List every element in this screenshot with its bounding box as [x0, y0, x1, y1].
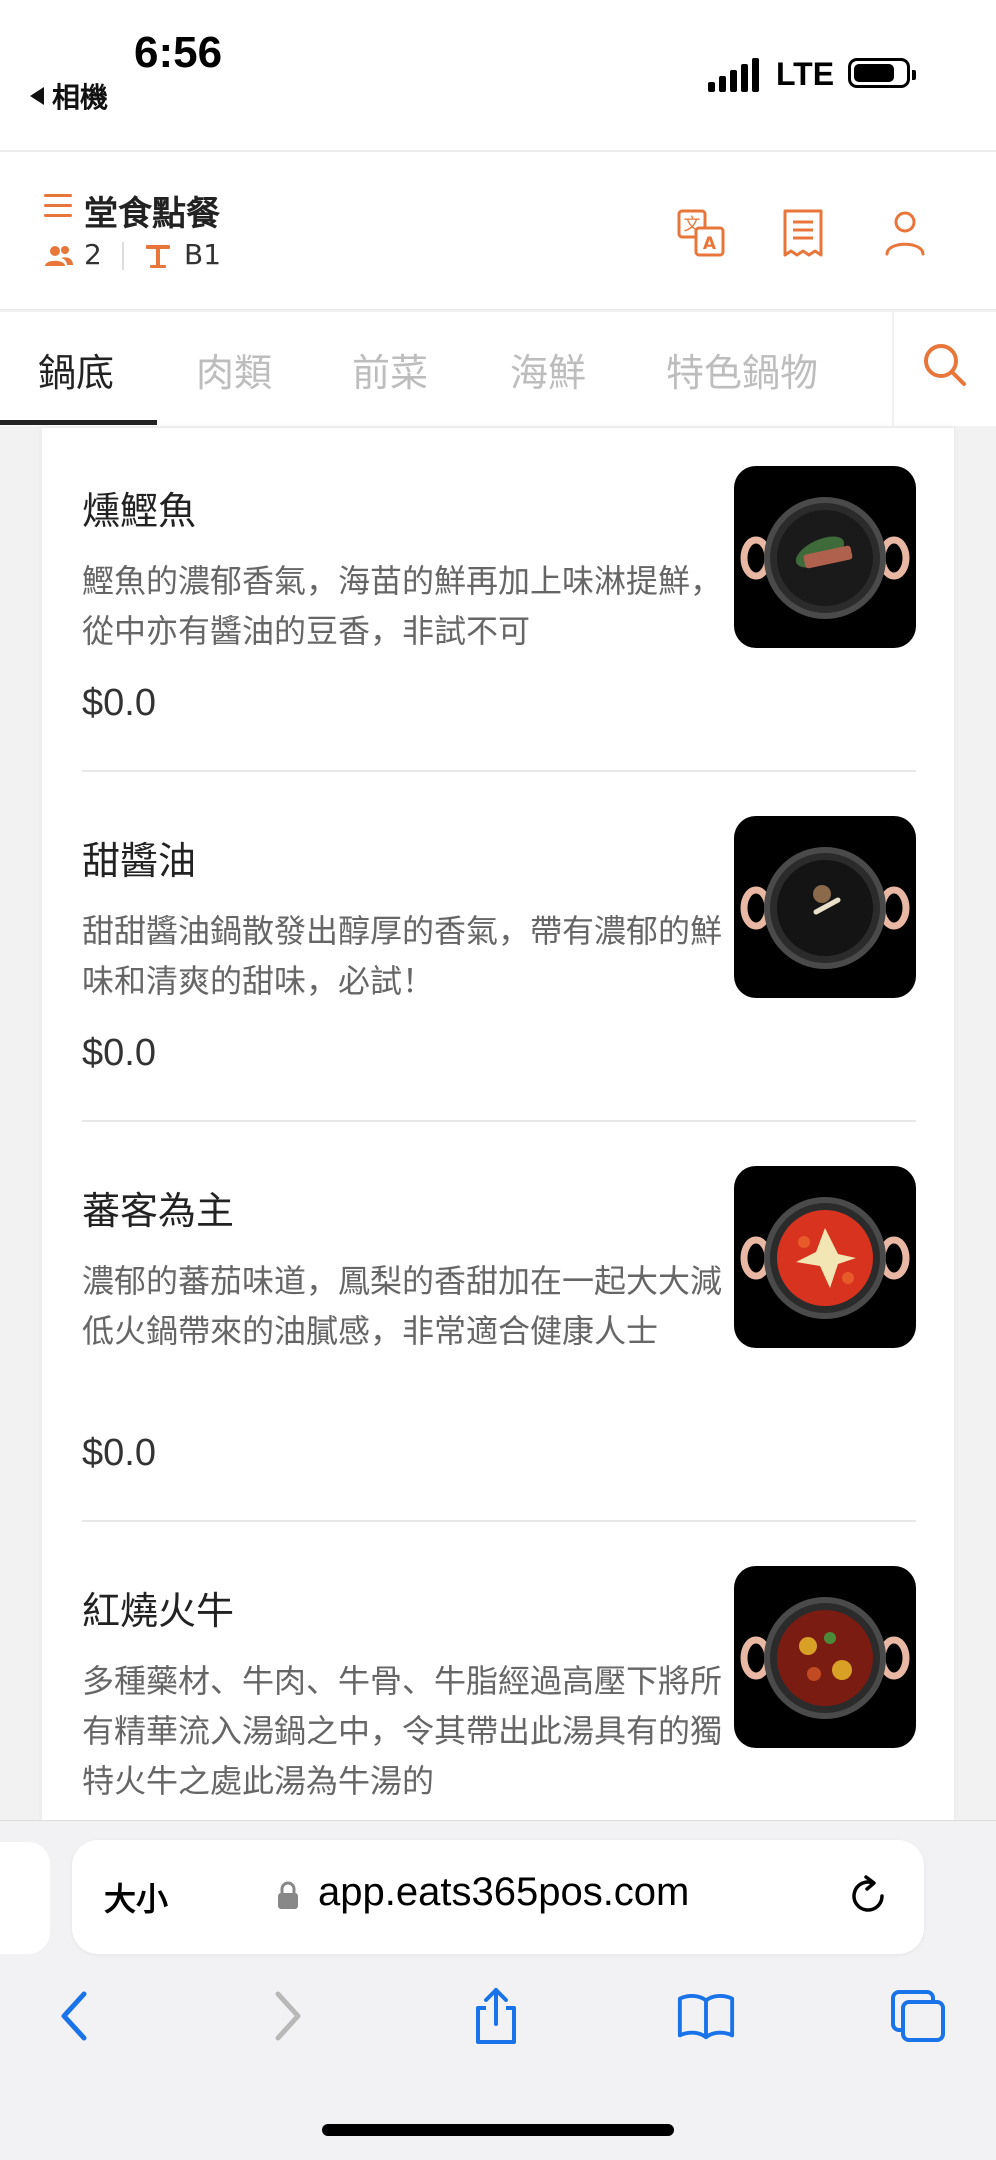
guests-icon — [45, 246, 73, 266]
category-tabs: 鍋底 肉類 前菜 海鮮 特色鍋物 — [0, 312, 996, 426]
back-triangle-icon — [30, 87, 44, 105]
item-description: 鰹魚的濃郁香氣，海苗的鮮再加上味淋提鮮，從中亦有醬油的豆香，非試不可 — [82, 562, 723, 650]
url-text[interactable]: app.eats365pos.com — [318, 1870, 689, 1915]
item-description: 濃郁的蕃茄味道，鳳梨的香甜加在一起大大減低火鍋帶來的油膩感，非常適合健康人士 — [82, 1262, 723, 1350]
item-divider — [82, 1120, 916, 1122]
active-tab-indicator — [0, 420, 157, 425]
book-icon — [677, 1993, 735, 2040]
receipt-icon — [783, 209, 823, 257]
item-name: 蕃客為主 — [82, 1189, 235, 1233]
table-number: B1 — [184, 238, 222, 271]
share-button[interactable] — [466, 1986, 526, 2046]
header-divider — [122, 242, 124, 270]
tab-seafood[interactable]: 海鮮 — [510, 342, 586, 397]
tabs-icon — [891, 1990, 945, 2042]
lock-icon — [278, 1881, 298, 1909]
back-button[interactable] — [44, 1986, 104, 2046]
guest-count: 2 — [84, 238, 102, 271]
tabs-divider — [892, 312, 894, 426]
back-to-app-button[interactable]: 相機 — [30, 76, 108, 116]
table-icon — [146, 245, 170, 268]
hotpot-image — [740, 1597, 910, 1719]
previous-tab-preview[interactable] — [0, 1842, 50, 1954]
item-name: 甜醬油 — [82, 839, 197, 883]
home-indicator[interactable] — [322, 2124, 674, 2136]
network-label: LTE — [776, 56, 835, 92]
page-title: 堂食點餐 — [84, 194, 220, 234]
back-app-label: 相機 — [52, 81, 109, 114]
search-icon[interactable] — [920, 340, 970, 390]
menu-item-list: 燻鰹魚 鰹魚的濃郁香氣，海苗的鮮再加上味淋提鮮，從中亦有醬油的豆香，非試不可 $… — [42, 428, 954, 1820]
translate-icon: 文 A — [677, 209, 725, 257]
tabs-button[interactable] — [888, 1986, 948, 2046]
tab-soup-base[interactable]: 鍋底 — [38, 342, 114, 397]
item-name: 紅燒火牛 — [82, 1589, 235, 1633]
order-receipt-button[interactable] — [776, 206, 830, 260]
item-divider — [82, 770, 916, 772]
share-icon — [476, 1988, 516, 2044]
item-description: 多種藥材、牛肉、牛骨、牛脂經過高壓下將所有精華流入湯鍋之中，令其帶出此湯具有的獨… — [82, 1662, 723, 1800]
item-price: $0.0 — [82, 682, 156, 724]
hotpot-image — [740, 1197, 910, 1319]
item-image[interactable] — [734, 1166, 916, 1348]
person-icon — [885, 211, 925, 256]
tab-special-pot[interactable]: 特色鍋物 — [666, 342, 818, 397]
translate-button[interactable]: 文 A — [674, 206, 728, 260]
hotpot-image — [740, 847, 910, 969]
chevron-right-icon — [275, 1991, 301, 2041]
tab-appetizer[interactable]: 前菜 — [352, 342, 428, 397]
battery-icon — [848, 58, 916, 88]
tab-meat[interactable]: 肉類 — [196, 342, 272, 397]
reload-icon[interactable] — [846, 1874, 890, 1918]
item-description: 甜甜醬油鍋散發出醇厚的香氣，帶有濃郁的鮮味和清爽的甜味，必試！ — [82, 912, 723, 1000]
item-price: $0.0 — [82, 1432, 156, 1474]
item-image[interactable] — [734, 816, 916, 998]
forward-button[interactable] — [258, 1986, 318, 2046]
item-image[interactable] — [734, 466, 916, 648]
item-price: $0.0 — [82, 1032, 156, 1074]
menu-icon[interactable] — [44, 194, 72, 218]
bookmarks-button[interactable] — [676, 1986, 736, 2046]
item-divider — [82, 1520, 916, 1522]
status-time: 6:56 — [134, 28, 223, 77]
account-button[interactable] — [878, 206, 932, 260]
svg-text:A: A — [703, 234, 717, 254]
chevron-left-icon — [61, 1991, 87, 2041]
hotpot-image — [740, 497, 910, 619]
signal-icon — [708, 58, 759, 92]
item-name: 燻鰹魚 — [82, 489, 197, 533]
text-size-button[interactable]: 大小 — [104, 1874, 168, 1920]
item-image[interactable] — [734, 1566, 916, 1748]
